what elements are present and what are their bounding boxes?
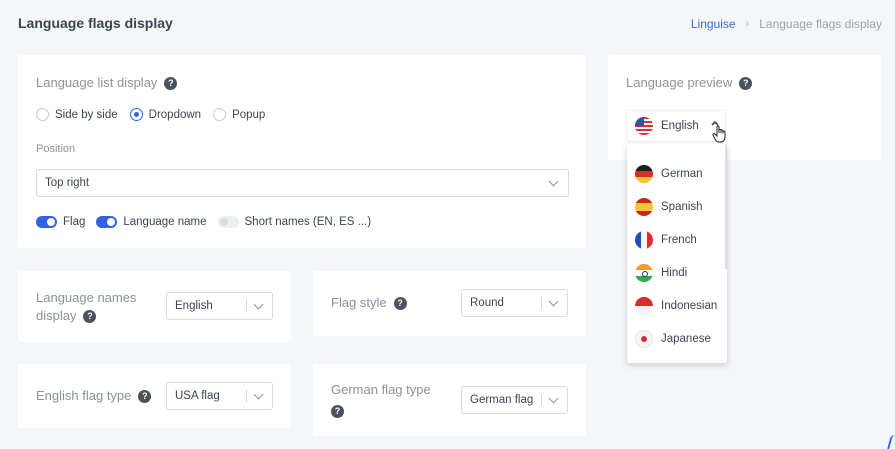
help-icon[interactable]: ? [393,296,407,310]
dropdown-scrollbar[interactable] [725,144,727,269]
language-preview-label: Language preview ? [626,74,753,92]
flag-style-select[interactable]: Round [461,289,568,317]
display-mode-radio-group: Side by side Dropdown Popup [36,108,265,121]
language-option-japanese[interactable]: Japanese [627,322,727,355]
german-flag-label-text: German flag type [331,382,431,397]
radio-dropdown[interactable]: Dropdown [129,108,202,121]
radio-label: Dropdown [148,108,202,121]
toggle-switch-on [96,216,118,228]
flag-style-card: Flag style ? Round [313,271,586,336]
help-icon[interactable]: ? [331,404,344,418]
english-flag-card: English flag type ? USA flag [18,364,291,428]
help-icon[interactable]: ? [83,309,97,323]
language-option-label: German [661,167,703,180]
language-preview-label-text: Language preview [626,75,733,90]
radio-circle [213,108,227,121]
language-names-label-line2-wrap: display ? [36,307,136,325]
german-flag-label: German flag type ? [331,381,431,419]
toggle-language-name[interactable]: Language name [96,216,207,228]
language-names-select[interactable]: English [166,292,273,320]
indian-flag-icon [635,263,653,282]
language-option-french[interactable]: French [627,223,727,256]
flag-style-label-text: Flag style [331,295,387,310]
usa-flag-icon [635,117,653,135]
language-names-label-line1: Language names [36,290,137,305]
flag-style-label: Flag style ? [331,294,407,312]
select-separator [246,300,247,312]
position-label: Position [36,143,76,155]
corner-decoration-icon [887,435,895,449]
language-option-german[interactable]: German [627,157,727,190]
language-names-card: Language names display ? English [18,271,291,342]
indonesian-flag-icon [635,296,653,315]
page-title: Language flags display [18,15,173,31]
language-option-label: Indonesian [661,299,718,312]
language-names-label: Language names display ? [36,289,136,325]
breadcrumb-link-linguise[interactable]: Linguise [691,17,736,31]
language-dropdown-list: German Spanish French Hindi Indonesian J… [627,144,727,363]
position-select[interactable]: Top right [36,169,569,197]
toggle-short-names[interactable]: Short names (EN, ES ...) [217,216,372,228]
language-option-label: Spanish [661,200,703,213]
spanish-flag-icon [635,197,653,216]
chevron-down-icon [253,389,264,400]
german-flag-icon [635,164,653,183]
hand-cursor-icon [711,120,726,143]
english-flag-select-value: USA flag [175,390,220,402]
help-icon[interactable]: ? [739,76,753,90]
hand-pointer-shape [712,125,726,143]
breadcrumb: Linguise › Language flags display [691,17,882,31]
radio-circle [36,108,49,121]
select-separator [541,394,542,406]
language-option-label: Japanese [661,332,711,345]
radio-popup[interactable]: Popup [213,108,265,121]
language-names-label-line2: display [36,308,77,323]
language-names-select-value: English [175,300,213,312]
language-switcher-current: English [661,120,699,132]
german-flag-card: German flag type ? German flag [313,364,586,436]
radio-circle-selected [129,108,143,121]
breadcrumb-separator: › [745,18,750,30]
toggle-flag[interactable]: Flag [36,216,85,228]
position-select-value: Top right [45,177,90,189]
list-display-label-text: Language list display [36,75,158,90]
toggle-label: Language name [123,216,207,228]
english-flag-label-text: English flag type [36,388,132,403]
language-option-indonesian[interactable]: Indonesian [627,289,727,322]
toggle-switch-off [217,216,239,228]
radio-label: Popup [232,108,266,121]
list-display-card: Language list display ? Side by side Dro… [18,55,586,248]
help-icon[interactable]: ? [138,389,152,403]
radio-side-by-side[interactable]: Side by side [36,108,118,121]
chevron-down-icon [548,176,559,187]
toggle-label: Short names (EN, ES ...) [244,216,372,228]
select-separator [541,297,542,309]
german-flag-select[interactable]: German flag [461,386,568,414]
flag-style-select-value: Round [470,297,504,309]
language-option-label: Hindi [661,266,688,279]
chevron-down-icon [548,393,559,404]
chevron-down-icon [253,299,264,310]
chevron-up-icon [711,120,719,126]
japanese-flag-icon [635,329,653,348]
list-display-label: Language list display ? [36,74,178,92]
breadcrumb-current: Language flags display [759,17,882,31]
toggle-row: Flag Language name Short names (EN, ES .… [36,216,382,228]
language-option-hindi[interactable]: Hindi [627,256,727,289]
german-flag-help-wrap: ? [331,401,431,419]
german-flag-select-value: German flag [470,394,534,406]
help-icon[interactable]: ? [164,76,178,90]
english-flag-label: English flag type ? [36,387,152,405]
select-separator [246,390,247,402]
chevron-down-icon [548,296,559,307]
radio-label: Side by side [55,108,118,121]
english-flag-select[interactable]: USA flag [166,382,273,410]
toggle-switch-on [36,216,57,228]
language-option-spanish[interactable]: Spanish [627,190,727,223]
language-option-label: French [661,233,697,246]
french-flag-icon [635,230,653,249]
toggle-label: Flag [63,216,86,228]
